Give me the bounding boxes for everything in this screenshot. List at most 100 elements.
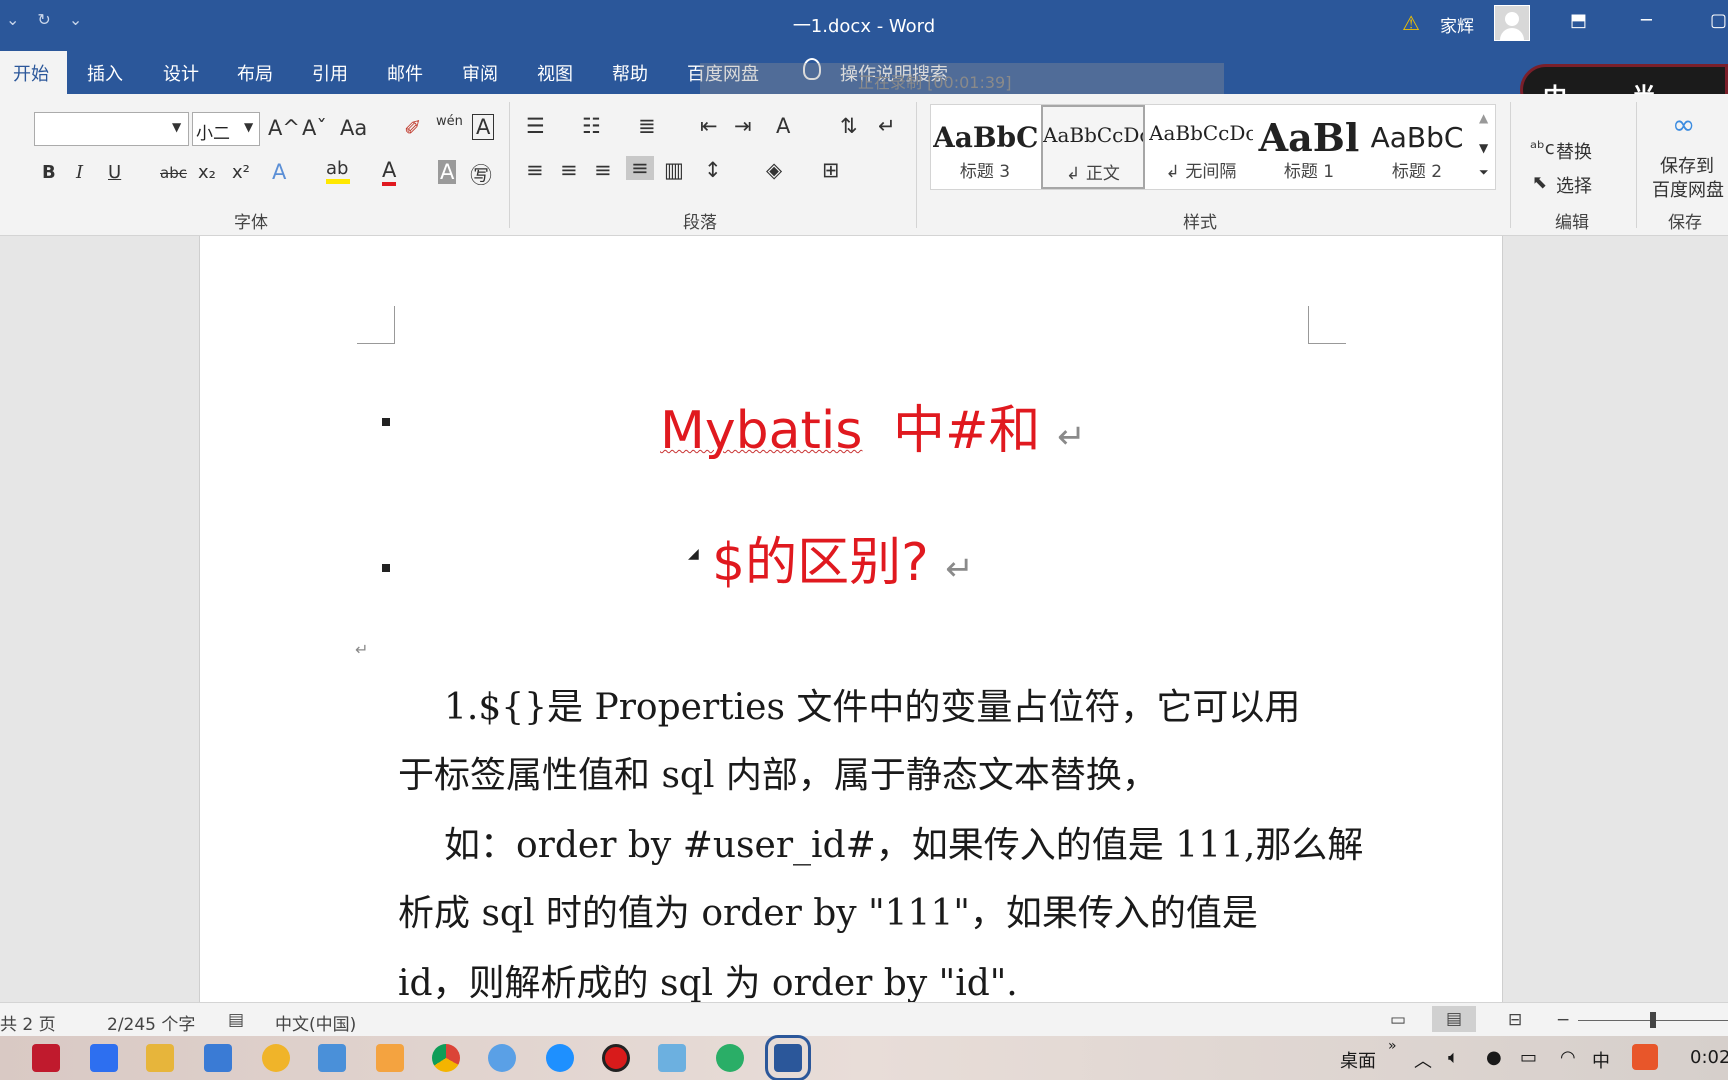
zoom-slider-thumb[interactable] [1650, 1012, 1656, 1028]
recorder-icon[interactable] [602, 1044, 630, 1072]
clear-format-icon[interactable]: ✐ [404, 116, 422, 140]
tab-design[interactable]: 设计 [163, 60, 199, 86]
toolbar-expand-icon[interactable]: » [1388, 1038, 1397, 1054]
app-icon[interactable] [318, 1044, 346, 1072]
font-size-dropdown-icon[interactable]: ▼ [244, 120, 253, 134]
body-line[interactable]: id，则解析成的 sql 为 order by "id". [398, 954, 1018, 1006]
font-name-dropdown-icon[interactable]: ▼ [172, 120, 181, 134]
chinese-layout-icon[interactable]: A [776, 114, 790, 138]
strikethrough-button[interactable]: abc [160, 164, 187, 182]
intellij-icon[interactable] [32, 1044, 60, 1072]
multilevel-list-icon[interactable]: ≣ [638, 114, 656, 138]
select-icon[interactable]: ⬉ [1532, 172, 1547, 193]
security-shield-icon[interactable] [90, 1044, 118, 1072]
italic-button[interactable]: I [76, 162, 83, 183]
web-layout-icon[interactable]: ⊟ [1508, 1010, 1522, 1030]
wifi-icon[interactable]: ◠ [1560, 1047, 1576, 1068]
distributed-icon[interactable]: ▥ [664, 158, 684, 182]
save-to-label-line1[interactable]: 保存到 [1660, 152, 1714, 178]
change-case-icon[interactable]: Aa [340, 116, 367, 140]
tab-review[interactable]: 审阅 [462, 60, 498, 86]
phonetic-guide-icon[interactable]: wén [436, 114, 463, 129]
document-heading-line2[interactable]: $的区别? ↵ [712, 520, 974, 595]
align-center-icon[interactable]: ≡ [560, 158, 578, 182]
document-heading-line1[interactable]: Mybatis 中#和 ↵ [660, 388, 1086, 463]
wechat-icon[interactable] [716, 1044, 744, 1072]
app-icon[interactable] [488, 1044, 516, 1072]
avatar[interactable] [1494, 5, 1530, 41]
language-status[interactable]: 中文(中国) [275, 1010, 356, 1035]
read-mode-icon[interactable]: ▭ [1390, 1010, 1406, 1030]
body-line[interactable]: 如：order by #user_id#，如果传入的值是 111,那么解 [444, 816, 1363, 868]
qq-icon[interactable]: ● [1486, 1047, 1502, 1068]
style-heading-1[interactable]: AaBl 标题 1 [1257, 105, 1361, 189]
sogou-ime-icon[interactable] [1632, 1044, 1658, 1070]
shading-icon[interactable]: ◈ [766, 158, 782, 182]
underline-button[interactable]: U [108, 162, 121, 183]
app-window-icon[interactable] [204, 1044, 232, 1072]
style-heading-3[interactable]: AaBbC 标题 3 [933, 105, 1037, 189]
document-page[interactable]: Mybatis 中#和 ↵ ◢ $的区别? ↵ ↵ 1.${}是 Propert… [199, 236, 1503, 1004]
clock[interactable]: 0:02 [1690, 1047, 1728, 1068]
gallery-down-icon[interactable]: ▼ [1479, 141, 1488, 155]
tab-insert[interactable]: 插入 [87, 60, 123, 86]
line-spacing-icon[interactable]: ↕ [704, 158, 722, 182]
justify-icon[interactable]: ≡ [626, 156, 654, 180]
show-marks-icon[interactable]: ↵ [878, 114, 896, 138]
decrease-indent-icon[interactable]: ⇤ [700, 114, 718, 138]
battery-icon[interactable]: ▭ [1520, 1047, 1537, 1068]
grow-font-icon[interactable]: A^ [268, 116, 300, 140]
enclose-characters-icon[interactable]: ㊢ [470, 158, 492, 190]
tab-home[interactable]: 开始 [0, 51, 67, 94]
gallery-up-icon[interactable]: ▲ [1479, 111, 1488, 125]
replace-icon[interactable]: ᵃᵇc [1530, 138, 1555, 159]
character-border-icon[interactable]: A [472, 114, 495, 140]
screen-recorder-toolbar[interactable]: 正在录制 [00:01:39] [700, 63, 1224, 95]
subscript-button[interactable]: x₂ [198, 162, 216, 183]
body-line[interactable]: 于标签属性值和 sql 内部，属于静态文本替换， [398, 746, 1158, 798]
highlight-color-icon[interactable]: ab [326, 158, 350, 184]
word-count[interactable]: 2/245 个字 [107, 1010, 195, 1035]
baidu-cloud-icon[interactable]: ∞ [1672, 108, 1695, 141]
proofing-icon[interactable]: ▤ [228, 1010, 244, 1030]
app-icon[interactable] [658, 1044, 686, 1072]
internet-explorer-icon[interactable] [546, 1044, 574, 1072]
desktop-toolbar[interactable]: 桌面 [1340, 1047, 1376, 1073]
user-name[interactable]: 家辉 [1440, 12, 1474, 37]
body-line[interactable]: 析成 sql 时的值为 order by "111"，如果传入的值是 [398, 884, 1258, 936]
app-icon[interactable] [262, 1044, 290, 1072]
file-explorer-icon[interactable] [146, 1044, 174, 1072]
input-method-indicator[interactable]: 中 [1592, 1047, 1610, 1073]
sort-icon[interactable]: ⇅ [840, 114, 858, 138]
select-button[interactable]: 选择 [1556, 172, 1592, 198]
save-to-label-line2[interactable]: 百度网盘 [1652, 176, 1724, 202]
tab-references[interactable]: 引用 [312, 60, 348, 86]
minimize-button[interactable]: ─ [1641, 10, 1652, 31]
bold-button[interactable]: B [42, 162, 56, 183]
body-line[interactable]: 1.${}是 Properties 文件中的变量占位符，它可以用 [444, 678, 1300, 730]
print-layout-icon[interactable]: ▤ [1432, 1006, 1477, 1032]
numbering-icon[interactable]: ☷ [582, 114, 601, 138]
tray-chevron-icon[interactable]: ︿ [1414, 1047, 1432, 1073]
replace-button[interactable]: 替换 [1556, 138, 1592, 164]
tab-mailings[interactable]: 邮件 [387, 60, 423, 86]
shrink-font-icon[interactable]: Aˇ [302, 116, 327, 140]
text-effects-icon[interactable]: A [272, 160, 286, 184]
tab-help[interactable]: 帮助 [612, 60, 648, 86]
collapse-triangle-icon[interactable]: ◢ [688, 546, 699, 562]
font-name-input[interactable] [34, 112, 189, 146]
ribbon-display-options-icon[interactable]: ⬒ [1570, 10, 1587, 31]
word-icon[interactable] [765, 1035, 811, 1080]
app-icon[interactable] [376, 1044, 404, 1072]
increase-indent-icon[interactable]: ⇥ [734, 114, 752, 138]
gallery-more-icon[interactable]: ⏷ [1479, 165, 1489, 180]
warning-icon[interactable]: ⚠ [1402, 11, 1420, 35]
tab-layout[interactable]: 布局 [237, 60, 273, 86]
zoom-out-icon[interactable]: − [1556, 1010, 1570, 1030]
borders-icon[interactable]: ⊞ [822, 158, 840, 182]
superscript-button[interactable]: x² [232, 162, 250, 183]
align-right-icon[interactable]: ≡ [594, 158, 612, 182]
character-shading-icon[interactable]: A [438, 160, 457, 184]
style-heading-2[interactable]: AaBbC 标题 2 [1365, 105, 1469, 189]
chrome-icon[interactable] [432, 1044, 460, 1072]
